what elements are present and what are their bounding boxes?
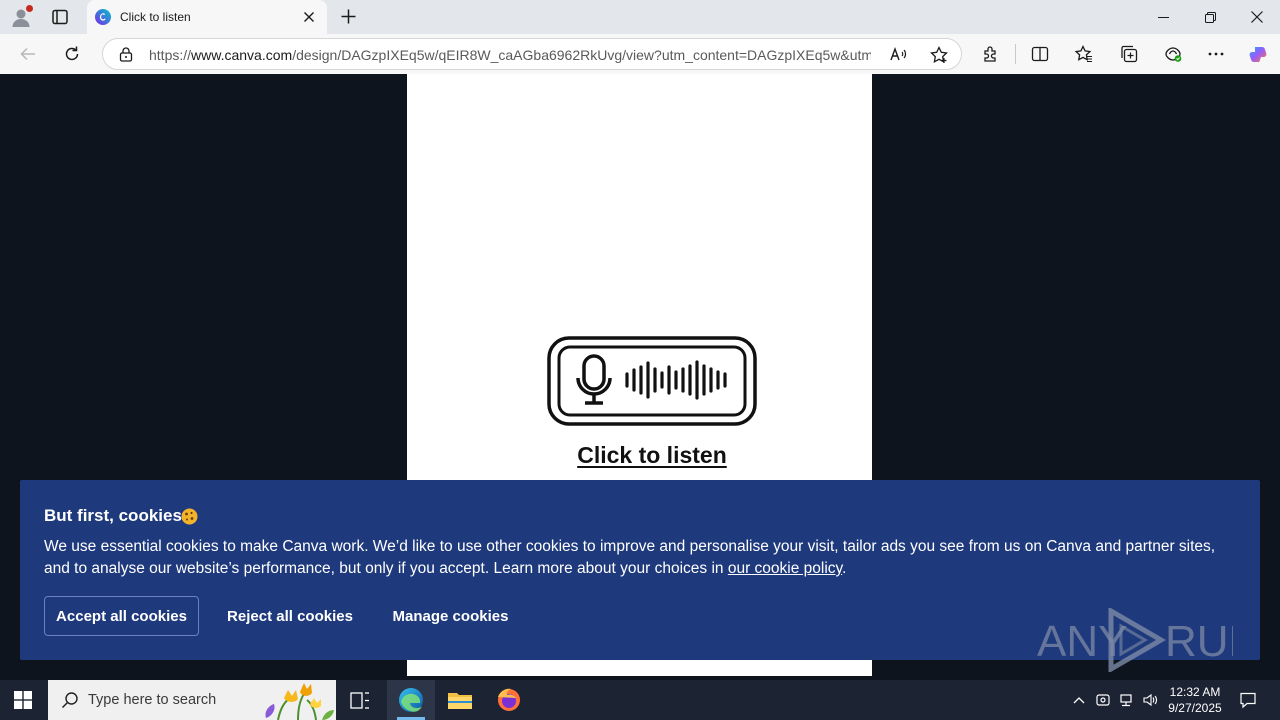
add-favorite-star-icon[interactable] [929,45,949,65]
cookie-banner-description: We use essential cookies to make Canva w… [44,536,1234,580]
tab-actions-icon[interactable] [50,7,70,27]
reject-all-cookies-button[interactable]: Reject all cookies [218,596,362,636]
watermark-left-text: ANY [1037,617,1127,666]
tab-title: Click to listen [120,10,191,24]
url-path: /design/DAGzpIXEq5w/qEIR8W_caAGba6962RkU… [292,47,871,63]
url-scheme: https:// [149,47,192,63]
profile-notification-badge [26,5,33,12]
site-info-lock-icon[interactable] [118,46,134,62]
tab-close-icon[interactable] [303,11,315,23]
toolbar-divider [1015,44,1016,64]
task-view-icon[interactable] [336,680,384,720]
windows-start-icon[interactable] [14,691,32,709]
tab-click-to-listen[interactable]: Click to listen [87,0,327,34]
cookie-banner: But first, cookies We use essential cook… [20,480,1260,672]
network-icon[interactable] [1118,692,1134,708]
cookie-banner-title: But first, cookies [44,506,182,525]
canva-favicon-icon [95,9,111,25]
search-icon [61,691,79,709]
browser-tab-strip: Click to listen [0,0,1280,34]
accept-all-cookies-button[interactable]: Accept all cookies [44,596,199,636]
watermark-right-text: RUN [1165,617,1233,666]
browser-toolbar: https://www.canva.com/design/DAGzpIXEq5w… [0,34,1280,74]
file-explorer-icon[interactable] [436,680,484,720]
search-placeholder: Type here to search [88,692,217,708]
more-options-icon[interactable] [1206,44,1226,64]
cookie-banner-body: We use essential cookies to make Canva w… [44,538,1216,577]
new-tab-icon[interactable] [340,8,357,25]
cookie-banner-body-end: . [842,560,847,577]
split-screen-icon[interactable] [1030,44,1050,64]
browser-essentials-icon[interactable] [1163,44,1183,64]
volume-icon[interactable] [1142,692,1158,708]
favorites-icon[interactable] [1074,44,1094,64]
refresh-icon[interactable] [62,44,82,64]
collections-icon[interactable] [1119,44,1139,64]
address-bar[interactable]: https://www.canva.com/design/DAGzpIXEq5w… [102,38,962,70]
taskbar-clock[interactable]: 12:32 AM 9/27/2025 [1164,684,1226,716]
extensions-puzzle-icon[interactable] [981,44,1001,64]
firefox-icon[interactable] [485,680,533,720]
anyrun-watermark: ANY RUN [1037,608,1233,672]
show-hidden-icons-chevron-icon[interactable] [1071,692,1087,708]
url-text[interactable]: https://www.canva.com/design/DAGzpIXEq5w… [149,47,871,63]
url-domain: www.canva.com [191,47,293,63]
read-aloud-icon[interactable] [889,45,909,65]
cookie-policy-link[interactable]: our cookie policy [728,560,842,577]
click-to-listen-link[interactable]: Click to listen [407,442,897,469]
taskbar-search-box[interactable]: Type here to search [48,680,336,720]
audio-waveform-button[interactable] [547,336,757,426]
edge-taskbar-icon[interactable] [387,680,435,720]
restore-icon[interactable] [1204,11,1217,24]
search-highlight-flowers-icon [258,680,336,720]
copilot-icon[interactable] [1247,44,1267,64]
manage-cookies-button[interactable]: Manage cookies [388,596,513,636]
meet-now-icon[interactable] [1095,692,1111,708]
back-arrow-icon[interactable] [18,44,38,64]
clock-time: 12:32 AM [1169,685,1221,699]
windows-taskbar: Type here to search 12:32 AM 9/27/2025 [0,680,1280,720]
notification-center-icon[interactable] [1239,691,1257,709]
clock-date: 9/27/2025 [1168,701,1222,715]
cookie-emoji-icon [181,508,198,525]
minimize-icon[interactable] [1157,11,1170,24]
close-window-icon[interactable] [1250,10,1264,24]
web-content: Click to listen But first, cookies We us… [4,74,1276,676]
